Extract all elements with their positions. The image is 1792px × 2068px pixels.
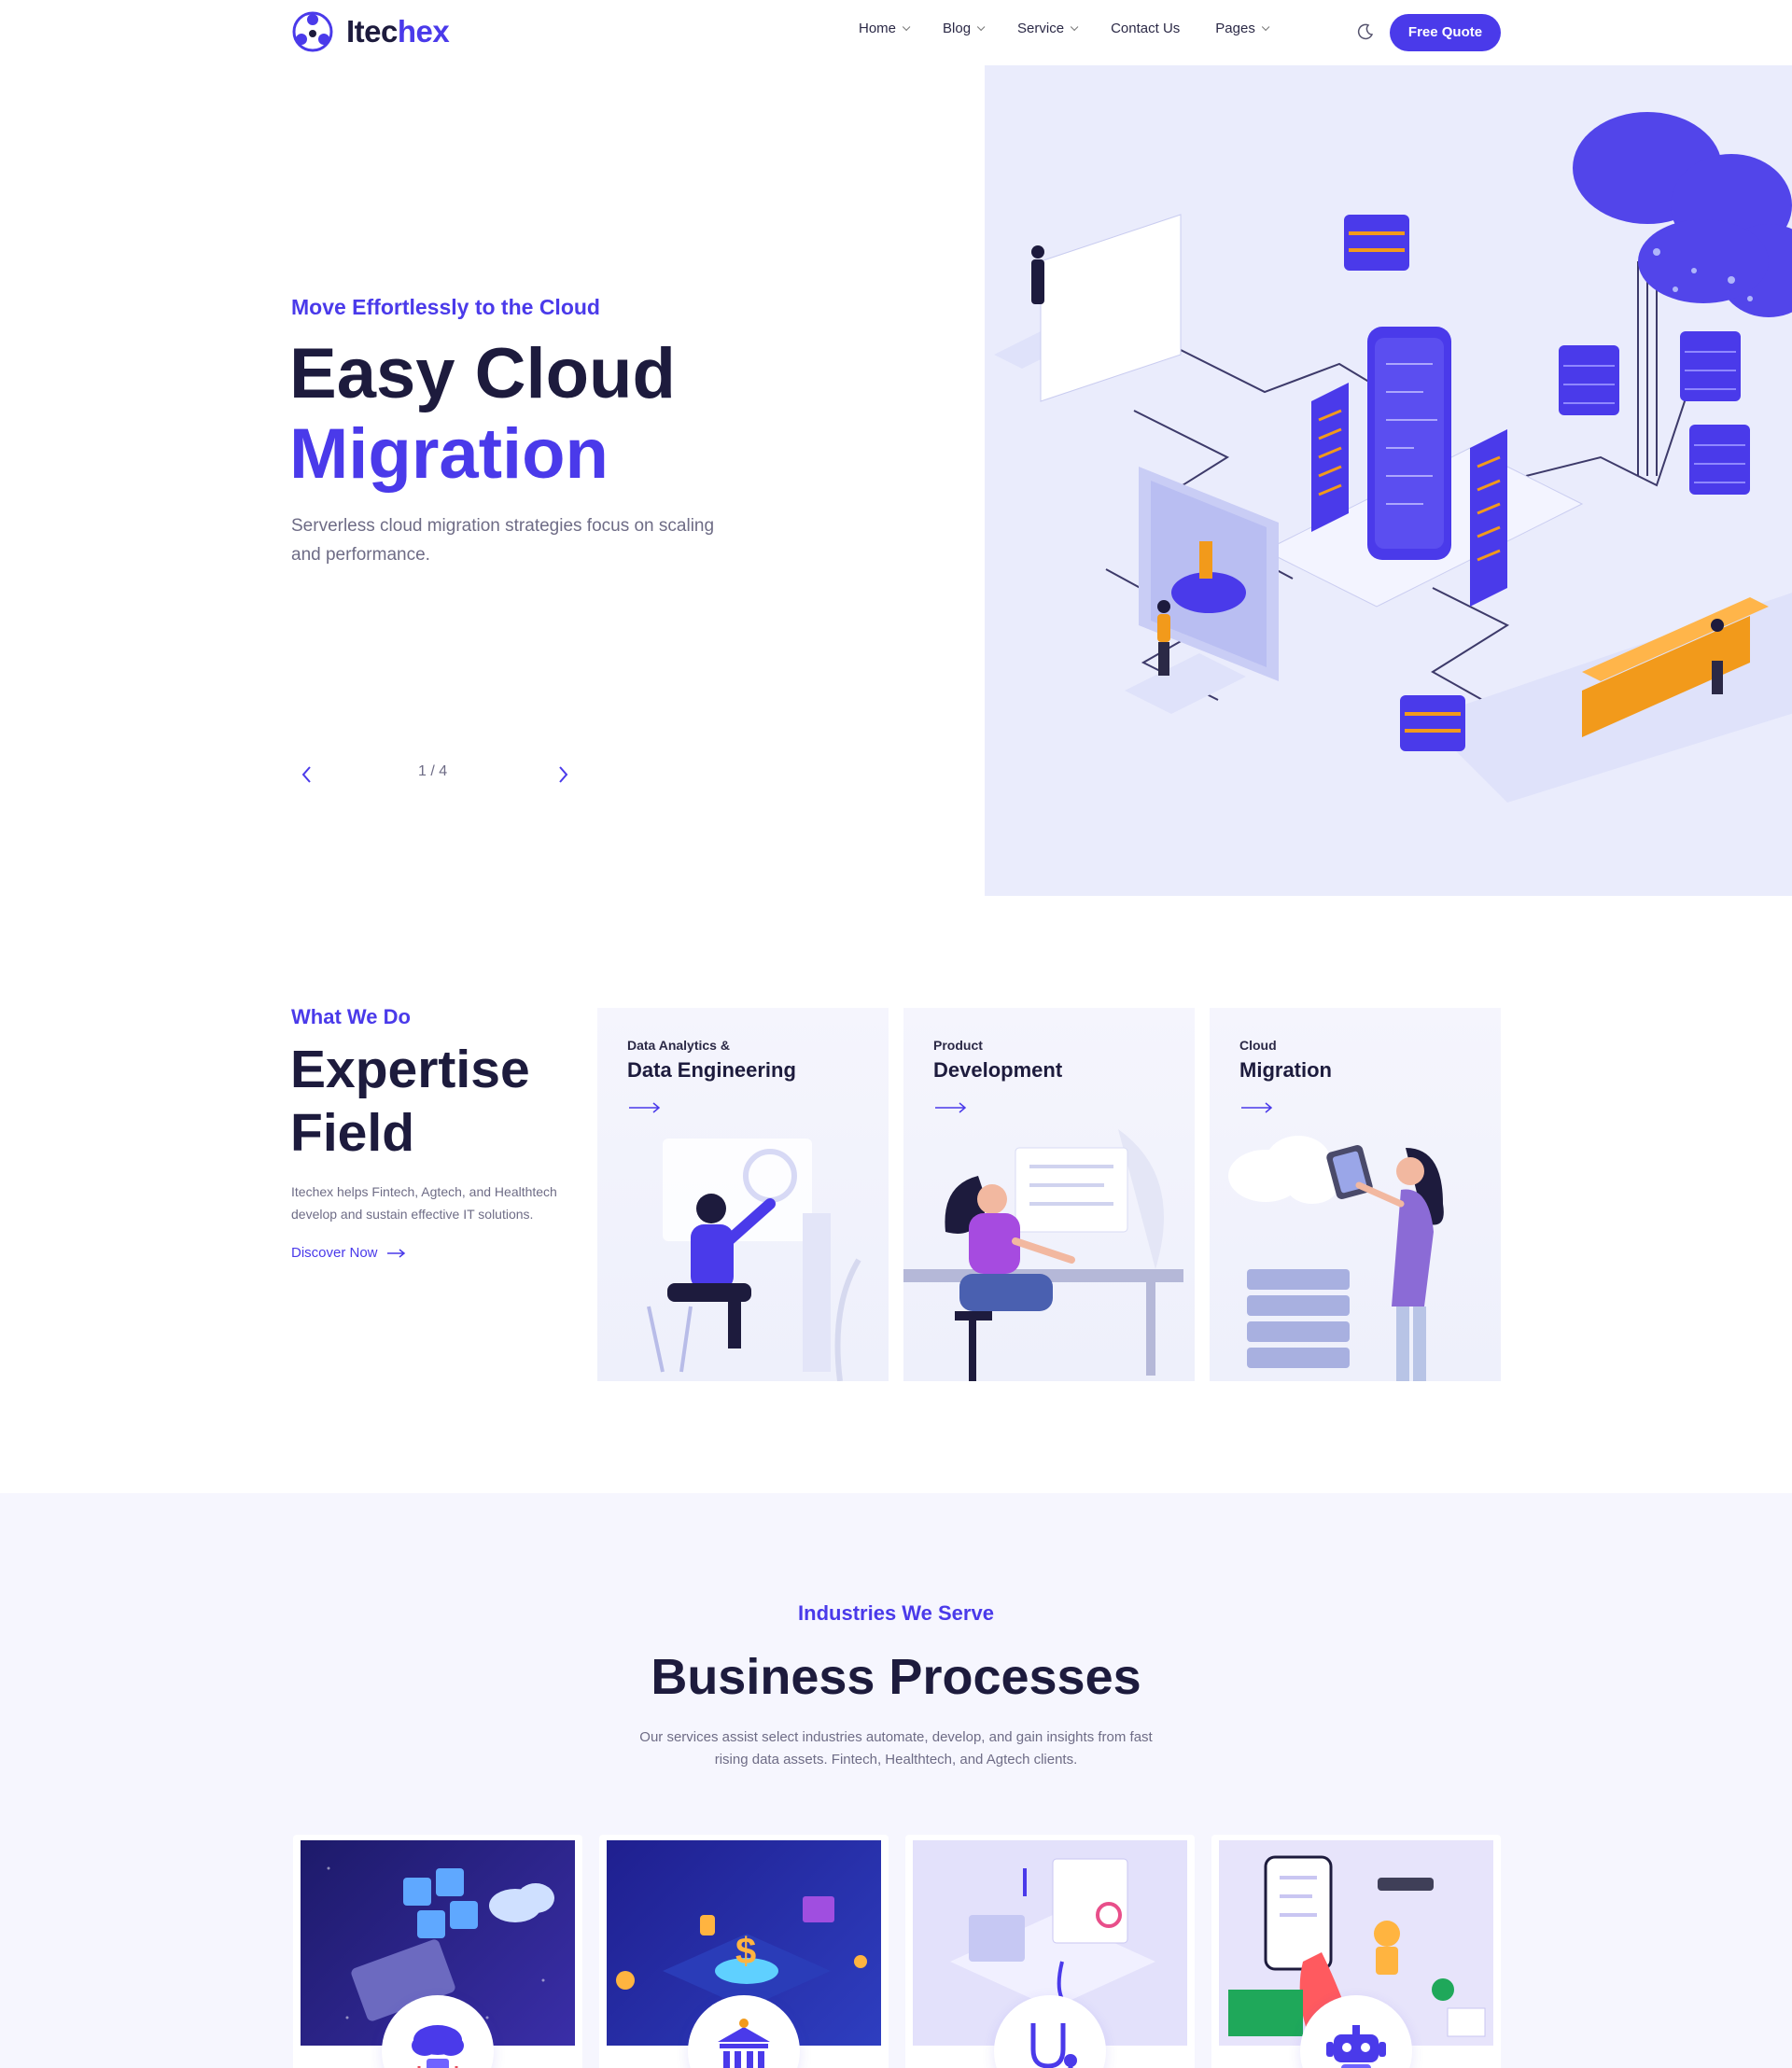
free-quote-button[interactable]: Free Quote xyxy=(1390,14,1501,51)
industry-badge xyxy=(1300,1995,1412,2068)
hero-title-line2: Migration xyxy=(289,414,609,494)
robot-icon xyxy=(1326,2025,1386,2068)
brand-name-accent: hex xyxy=(397,14,450,49)
arrow-right-icon xyxy=(1241,1102,1273,1113)
nav-item-label: Blog xyxy=(943,21,972,36)
cloud-migration-illustration xyxy=(1228,1136,1444,1381)
site-header: Itechex Home Blog Service Contact Us Pag… xyxy=(0,0,1792,65)
hero-illustration xyxy=(985,65,1792,896)
discover-now-label: Discover Now xyxy=(291,1245,378,1261)
card-subtitle: Data Analytics & xyxy=(627,1038,730,1053)
industries-eyebrow: Industries We Serve xyxy=(798,1601,994,1625)
card-title: Development xyxy=(933,1058,1063,1082)
expertise-title-line1: Expertise xyxy=(290,1040,530,1099)
arrow-right-icon xyxy=(935,1102,967,1113)
chevron-left-icon[interactable] xyxy=(297,762,317,788)
industry-badge xyxy=(994,1995,1106,2068)
bank-icon xyxy=(718,2019,770,2068)
discover-now-link[interactable]: Discover Now xyxy=(291,1245,408,1261)
industries-description: Our services assist select industries au… xyxy=(639,1729,1153,1768)
cloud-database-icon xyxy=(412,2025,464,2068)
chevron-down-icon xyxy=(902,22,911,31)
moon-icon[interactable] xyxy=(1357,23,1374,40)
industry-card[interactable] xyxy=(905,1835,1195,2068)
industry-card[interactable] xyxy=(1211,1835,1501,2068)
industry-card[interactable] xyxy=(293,1835,582,2068)
hero-eyebrow: Move Effortlessly to the Cloud xyxy=(291,295,600,319)
industries-section: Industries We Serve Business Processes O… xyxy=(0,1493,1792,2068)
chevron-down-icon xyxy=(1070,22,1079,31)
nav-item-home[interactable]: Home xyxy=(859,21,911,36)
expertise-card-product-development[interactable]: Product Development xyxy=(903,1008,1195,1381)
data-engineer-illustration xyxy=(647,1139,861,1381)
expertise-eyebrow: What We Do xyxy=(291,1005,411,1028)
card-subtitle: Cloud xyxy=(1239,1038,1277,1053)
expertise-card-cloud-migration[interactable]: Cloud Migration xyxy=(1210,1008,1501,1381)
expertise-card-data-engineering[interactable]: Data Analytics & Data Engineering xyxy=(597,1008,889,1381)
arrow-right-icon xyxy=(629,1102,661,1113)
nav-item-contact[interactable]: Contact Us xyxy=(1111,21,1180,36)
industry-badge xyxy=(382,1995,494,2068)
nav-item-label: Home xyxy=(859,21,897,36)
expertise-title: Expertise Field xyxy=(290,1038,530,1165)
brand-logo[interactable]: Itechex xyxy=(290,9,450,54)
nav-item-blog[interactable]: Blog xyxy=(943,21,986,36)
expertise-description: Itechex helps Fintech, Agtech, and Healt… xyxy=(291,1184,557,1222)
svg-text:$: $ xyxy=(735,1931,756,1972)
industry-card[interactable]: $ xyxy=(599,1835,889,2068)
industry-badge xyxy=(688,1995,800,2068)
main-nav: Home Blog Service Contact Us Pages xyxy=(859,21,1302,36)
brand-name: Itechex xyxy=(346,14,450,49)
brand-name-main: Itec xyxy=(346,14,398,49)
developer-illustration xyxy=(903,1129,1183,1381)
nav-item-service[interactable]: Service xyxy=(1017,21,1079,36)
nav-item-pages[interactable]: Pages xyxy=(1215,21,1270,36)
expertise-title-line2: Field xyxy=(290,1103,415,1163)
card-subtitle: Product xyxy=(933,1038,983,1053)
chevron-right-icon[interactable] xyxy=(553,762,573,788)
slider-counter: 1 / 4 xyxy=(418,763,448,779)
arrow-right-icon xyxy=(386,1248,405,1258)
card-title: Data Engineering xyxy=(627,1058,796,1082)
nav-item-label: Pages xyxy=(1215,21,1255,36)
cloud-network-illustration xyxy=(994,112,1792,803)
hero-title: Easy Cloud Migration xyxy=(289,334,676,495)
card-title: Migration xyxy=(1239,1058,1332,1082)
stethoscope-icon xyxy=(1030,2023,1077,2068)
hero-description: Serverless cloud migration strategies fo… xyxy=(291,516,715,565)
hero-title-line1: Easy Cloud xyxy=(289,334,676,413)
chevron-down-icon xyxy=(1261,22,1270,31)
nav-item-label: Service xyxy=(1017,21,1065,36)
chevron-down-icon xyxy=(976,22,986,31)
industries-title: Business Processes xyxy=(651,1649,1141,1705)
nav-item-label: Contact Us xyxy=(1111,21,1181,36)
logo-icon xyxy=(292,11,333,52)
